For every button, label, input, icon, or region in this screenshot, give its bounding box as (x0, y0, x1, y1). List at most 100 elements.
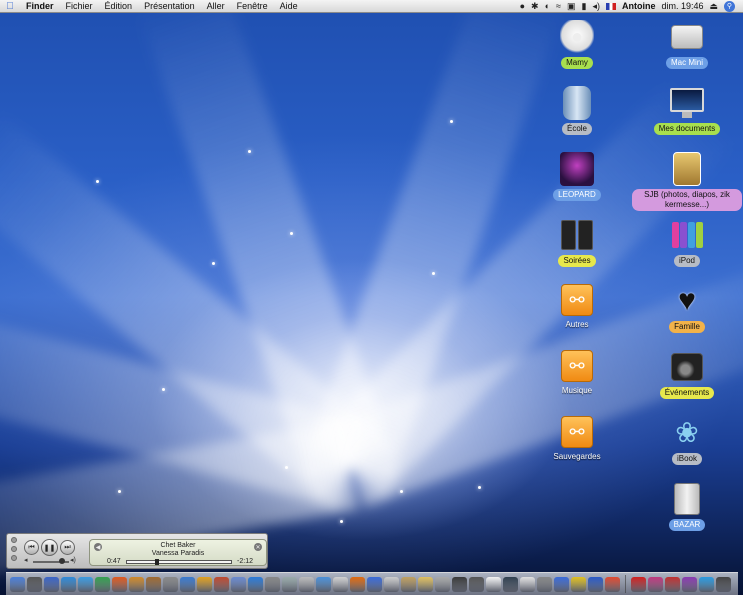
dock-app-icon[interactable] (282, 576, 297, 592)
desktop-item-soirees[interactable]: Soirées (537, 218, 617, 267)
display-toggle-button[interactable]: ✕ (254, 543, 262, 551)
lock-icon[interactable]: ▮ (581, 1, 586, 12)
desktop-item-sauvegardes[interactable]: ⚯ Sauvegardes (537, 416, 617, 463)
cylinder-speaker-icon (563, 86, 591, 120)
desktop-item-autres[interactable]: ⚯ Autres (537, 284, 617, 331)
time-machine-icon[interactable]: ◐ (545, 1, 550, 11)
dock-app-icon[interactable] (520, 576, 535, 592)
dock-app-icon[interactable] (95, 576, 110, 592)
dock-app-icon[interactable] (367, 576, 382, 592)
dock-app-icon[interactable] (665, 576, 680, 592)
dock-app-icon[interactable] (503, 576, 518, 592)
track-display: ◀ ✕ Chet Baker Vanessa Paradis 0:47 -2:1… (89, 539, 267, 566)
spotlight-icon[interactable]: ⚲ (724, 0, 735, 12)
desktop-item-musique[interactable]: ⚯ Musique (537, 350, 617, 397)
dock-app-icon[interactable] (486, 576, 501, 592)
dock-app-icon[interactable] (537, 576, 552, 592)
desktop-item-label: Mes documents (653, 123, 721, 135)
track-title: Chet Baker (160, 542, 196, 549)
desktop-item-mamy[interactable]: ● Mamy (537, 20, 617, 69)
dock-app-icon[interactable] (299, 576, 314, 592)
menu-finder[interactable]: Finder (20, 1, 60, 11)
bluetooth-icon[interactable]: ✱ (531, 1, 539, 12)
dock-app-icon[interactable] (333, 576, 348, 592)
dock-app-icon[interactable] (129, 576, 144, 592)
minimize-button[interactable] (11, 546, 17, 552)
dock-app-icon[interactable] (61, 576, 76, 592)
dock-app-icon[interactable] (716, 576, 731, 592)
desktop-item-ipod[interactable]: iPod (647, 218, 727, 267)
teddy-bear-icon: ● (560, 20, 594, 54)
window-controls (11, 537, 17, 561)
user-name[interactable]: Antoine (622, 1, 656, 11)
volume-slider-knob[interactable] (58, 558, 65, 564)
dock-app-icon[interactable] (631, 576, 646, 592)
wifi-icon[interactable]: ≈ (556, 1, 561, 11)
menu-aller[interactable]: Aller (201, 1, 231, 11)
dock-app-icon[interactable] (571, 576, 586, 592)
dock-app-icon[interactable] (418, 576, 433, 592)
menu-fenetre[interactable]: Fenêtre (231, 1, 274, 11)
dock-app-icon[interactable] (452, 576, 467, 592)
zoom-button[interactable] (11, 555, 17, 561)
dock-app-icon[interactable] (214, 576, 229, 592)
dock-app-icon[interactable] (146, 576, 161, 592)
imac-icon (670, 86, 704, 120)
desktop-item-leopard[interactable]: LEOPARD (537, 152, 617, 201)
eject-icon[interactable]: ⏏ (709, 1, 718, 12)
desktop-item-bazar[interactable]: BAZAR (647, 482, 727, 531)
dock-app-icon[interactable] (469, 576, 484, 592)
dock-app-icon[interactable] (682, 576, 697, 592)
close-button[interactable] (11, 537, 17, 543)
dock-app-icon[interactable] (350, 576, 365, 592)
dock-app-icon[interactable] (554, 576, 569, 592)
desktop-item-evenements[interactable]: Événements (647, 350, 727, 399)
clock[interactable]: dim. 19:46 (661, 1, 703, 11)
dock-app-icon[interactable] (248, 576, 263, 592)
dock-app-icon[interactable] (112, 576, 127, 592)
play-pause-button[interactable]: ❚❚ (41, 539, 58, 556)
display-icon[interactable]: ▣ (567, 1, 576, 12)
progress-bar[interactable] (126, 559, 232, 565)
dock-app-icon[interactable] (401, 576, 416, 592)
dock-app-icon[interactable] (435, 576, 450, 592)
dock-app-icon[interactable] (78, 576, 93, 592)
dock-app-icon[interactable] (384, 576, 399, 592)
menu-presentation[interactable]: Présentation (138, 1, 201, 11)
elapsed-time: 0:47 (107, 558, 121, 565)
dock-app-icon[interactable] (44, 576, 59, 592)
dock-app-icon[interactable] (163, 576, 178, 592)
snapback-button[interactable]: ◀ (94, 543, 102, 551)
keyboard-flag-icon[interactable] (605, 2, 616, 10)
chat-status-icon[interactable]: ● (520, 1, 525, 11)
apple-menu-icon[interactable]:  (0, 1, 20, 12)
dock-app-icon[interactable] (197, 576, 212, 592)
desktop-item-ecole[interactable]: École (537, 86, 617, 135)
desktop-item-label: Famille (669, 321, 705, 333)
dock-app-icon[interactable] (605, 576, 620, 592)
desktop-item-label: Événements (659, 387, 715, 399)
dock-app-icon[interactable] (648, 576, 663, 592)
volume-icon[interactable]: ◂) (592, 1, 600, 12)
next-track-button[interactable]: ⏭ (60, 540, 75, 555)
menu-aide[interactable]: Aide (274, 1, 304, 11)
desktop-item-sjb[interactable]: SJB (photos, diapos, zik kermesse...) (632, 152, 742, 211)
dock-app-icon[interactable] (588, 576, 603, 592)
dock-app-icon[interactable] (699, 576, 714, 592)
previous-track-button[interactable]: ⏮ (24, 540, 39, 555)
menu-edition[interactable]: Édition (99, 1, 139, 11)
dock-app-icon[interactable] (10, 576, 25, 592)
menu-fichier[interactable]: Fichier (60, 1, 99, 11)
dock-app-icon[interactable] (316, 576, 331, 592)
desktop-item-mac-mini[interactable]: Mac Mini (647, 20, 727, 69)
progress-knob[interactable] (154, 559, 159, 565)
dock-app-icon[interactable] (231, 576, 246, 592)
desktop-item-ibook[interactable]: ❀ iBook (647, 416, 727, 465)
desktop-item-label: Mac Mini (665, 57, 708, 69)
dock-app-icon[interactable] (180, 576, 195, 592)
desktop-item-famille[interactable]: ♥ Famille (647, 284, 727, 333)
dock-app-icon[interactable] (27, 576, 42, 592)
volume-high-icon: ◂) (70, 557, 76, 564)
desktop-item-mes-documents[interactable]: Mes documents (647, 86, 727, 135)
dock-app-icon[interactable] (265, 576, 280, 592)
